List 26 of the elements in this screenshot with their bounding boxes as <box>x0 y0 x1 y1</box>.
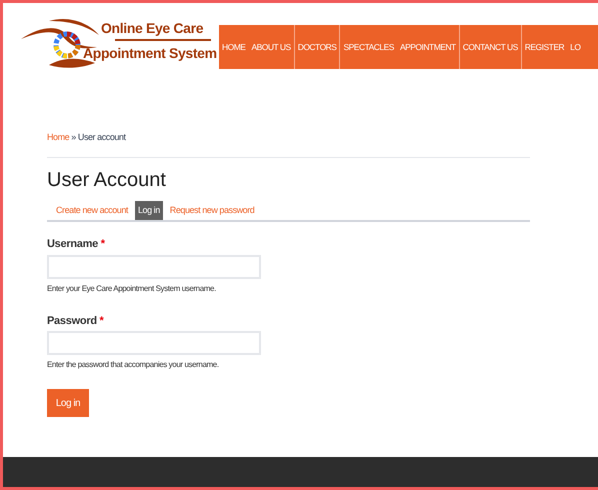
nav-link[interactable]: SPECTACLES <box>339 25 397 69</box>
required-mark: * <box>100 238 105 250</box>
breadcrumb-separator: » <box>70 132 77 142</box>
field-label: Username <box>47 238 98 250</box>
nav-link[interactable]: HOME <box>219 25 248 69</box>
nav-link[interactable]: ABOUT US <box>248 25 294 69</box>
logo-title: Online Eye Care <box>101 21 204 35</box>
field-label: Password <box>47 314 97 326</box>
required-mark: * <box>100 314 104 326</box>
nav-link[interactable]: CONTANCT US <box>458 25 521 69</box>
text-input[interactable] <box>47 331 261 355</box>
logo-subtitle: Appointment System <box>83 46 217 60</box>
account-tab[interactable]: Log in <box>134 200 163 220</box>
nav-link[interactable]: APPOINTMENT <box>396 25 459 69</box>
nav-link[interactable]: REGISTER <box>520 25 568 69</box>
field-help: Enter the password that accompanies your username. <box>47 359 220 371</box>
login-button[interactable]: Log in <box>47 389 89 417</box>
page-title: User Account <box>47 168 167 192</box>
account-tab[interactable]: Create new account <box>53 200 131 220</box>
breadcrumb-current: User account <box>78 132 126 142</box>
field-help: Enter your Eye Care Appointment System username. <box>47 282 217 294</box>
text-input[interactable] <box>47 254 261 278</box>
account-tab[interactable]: Request new password <box>166 200 258 220</box>
nav-link[interactable]: LO <box>567 25 584 69</box>
nav-link[interactable]: DOCTORS <box>294 25 340 69</box>
breadcrumb-link[interactable]: Home <box>47 132 70 142</box>
